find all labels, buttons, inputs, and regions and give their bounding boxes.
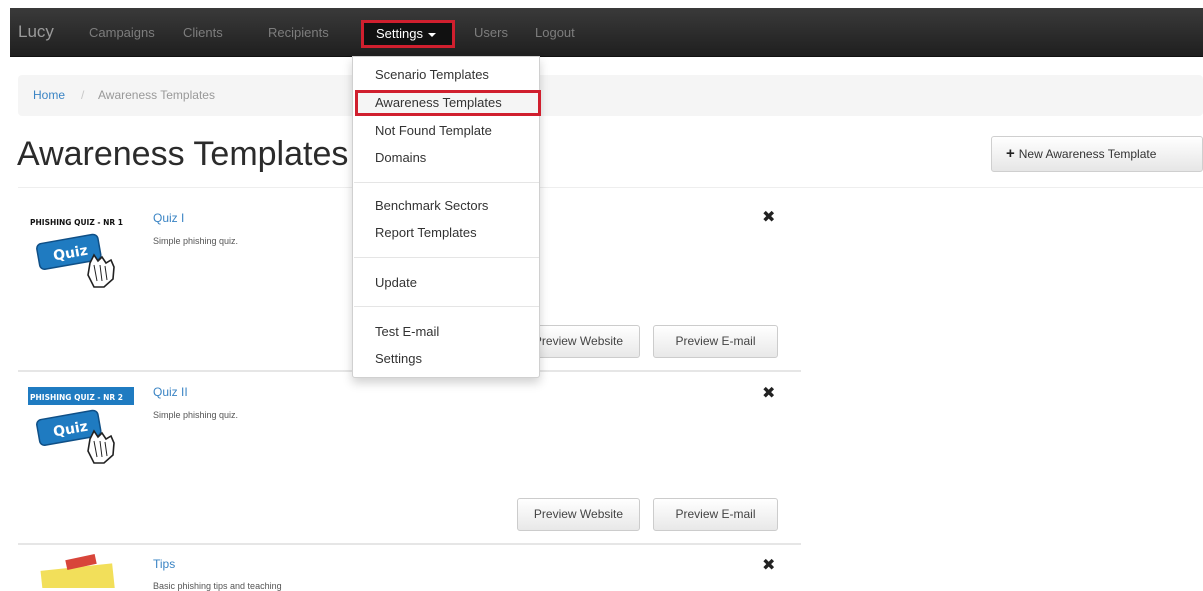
preview-email-button[interactable]: Preview E-mail	[653, 325, 778, 358]
template-description: Simple phishing quiz.	[153, 236, 239, 246]
menu-item-report-templates[interactable]: Report Templates	[375, 225, 477, 240]
breadcrumb-home-link[interactable]: Home	[33, 88, 65, 102]
template-item-quiz-2: PHISHING QUIZ - NR 2 Quiz Quiz II Simple…	[18, 381, 801, 545]
breadcrumb-separator: /	[81, 88, 85, 102]
delete-close-icon[interactable]: ✖	[762, 207, 775, 227]
template-description: Simple phishing quiz.	[153, 410, 239, 420]
template-item-tips: Tips Basic phishing tips and teaching ✖	[18, 553, 801, 591]
template-title-link[interactable]: Tips	[153, 557, 175, 571]
template-description: Basic phishing tips and teaching	[153, 581, 282, 591]
nav-clients[interactable]: Clients	[183, 25, 223, 40]
quiz-thumbnail-image: PHISHING QUIZ - NR 1 Quiz	[28, 213, 134, 288]
nav-recipients[interactable]: Recipients	[268, 25, 329, 40]
menu-item-settings[interactable]: Settings	[375, 351, 422, 366]
delete-close-icon[interactable]: ✖	[762, 383, 775, 403]
header-divider	[18, 187, 1203, 188]
preview-email-button[interactable]: Preview E-mail	[653, 498, 778, 531]
nav-users[interactable]: Users	[474, 25, 508, 40]
menu-item-domains[interactable]: Domains	[375, 150, 426, 165]
menu-item-test-email[interactable]: Test E-mail	[375, 324, 439, 339]
page-title: Awareness Templates	[17, 135, 349, 173]
menu-item-update[interactable]: Update	[375, 275, 417, 290]
item-divider	[18, 543, 801, 545]
menu-divider	[354, 257, 539, 258]
template-title-link[interactable]: Quiz II	[153, 385, 188, 399]
template-title-link[interactable]: Quiz I	[153, 211, 184, 225]
menu-item-awareness-templates[interactable]: Awareness Templates	[355, 90, 541, 116]
menu-divider	[354, 182, 539, 183]
menu-item-benchmark-sectors[interactable]: Benchmark Sectors	[375, 198, 488, 213]
menu-item-not-found-template[interactable]: Not Found Template	[375, 123, 492, 138]
breadcrumb: Home / Awareness Templates	[18, 75, 1203, 116]
plus-icon: +	[1006, 145, 1015, 162]
settings-dropdown-menu: Scenario Templates Awareness Templates N…	[352, 56, 541, 378]
nav-logout[interactable]: Logout	[535, 25, 575, 40]
menu-item-scenario-templates[interactable]: Scenario Templates	[375, 67, 489, 82]
menu-divider	[354, 306, 539, 307]
nav-campaigns[interactable]: Campaigns	[89, 25, 155, 40]
new-button-label: New Awareness Template	[1018, 147, 1157, 161]
tips-thumbnail-image	[40, 553, 116, 588]
nav-settings-dropdown[interactable]: Settings	[361, 20, 455, 48]
delete-close-icon[interactable]: ✖	[762, 555, 775, 575]
top-navbar: Lucy Campaigns Clients Recipients Settin…	[10, 8, 1203, 57]
nav-settings-label: Settings	[376, 26, 423, 41]
caret-down-icon	[427, 32, 436, 37]
brand-logo[interactable]: Lucy	[18, 22, 54, 42]
breadcrumb-current: Awareness Templates	[98, 88, 215, 102]
quiz-thumbnail-image: PHISHING QUIZ - NR 2 Quiz	[28, 387, 134, 464]
new-awareness-template-button[interactable]: + New Awareness Template	[991, 136, 1203, 172]
thumb-banner-text: PHISHING QUIZ - NR 1	[30, 218, 123, 227]
thumb-banner-text: PHISHING QUIZ - NR 2	[30, 393, 123, 402]
preview-website-button[interactable]: Preview Website	[517, 498, 640, 531]
